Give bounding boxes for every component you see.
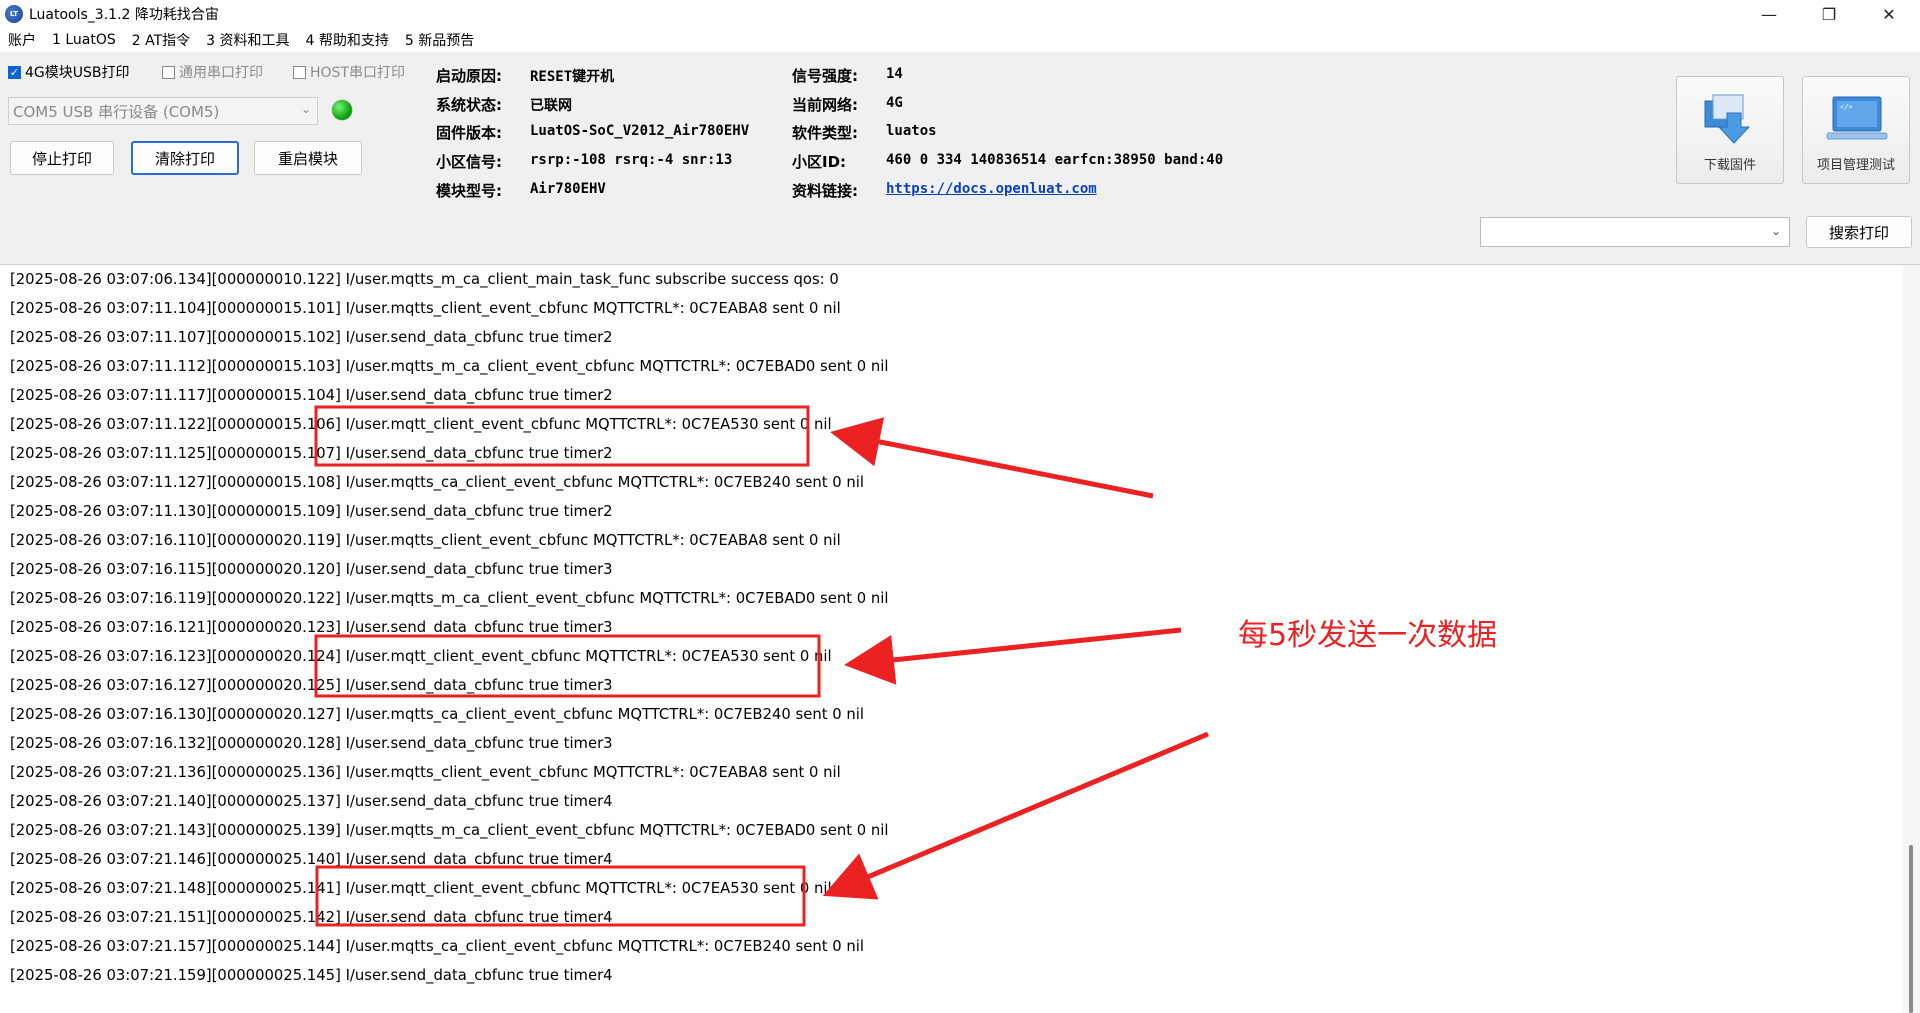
arrow-icon [822,731,1209,900]
arrow-icon [844,627,1182,685]
arrow-icon [830,417,1154,499]
annotation-overlay [314,405,1209,927]
highlight-box [315,865,806,927]
highlight-box [314,405,810,467]
highlight-box [314,634,821,698]
annotation-text: 每5秒发送一次数据 [1238,618,1498,653]
